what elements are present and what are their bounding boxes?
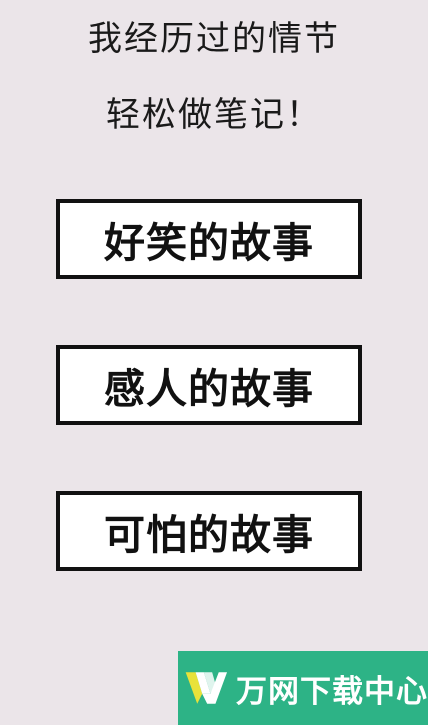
scary-story-label: 可怕的故事 bbox=[104, 511, 314, 559]
header: 我经历过的情节 轻松做笔记！ bbox=[0, 18, 428, 136]
wanwang-logo-icon bbox=[185, 672, 228, 704]
funny-story-button[interactable]: 好笑的故事 bbox=[56, 199, 362, 279]
header-title-line2: 轻松做笔记！ bbox=[106, 95, 322, 135]
funny-story-label: 好笑的故事 bbox=[104, 219, 314, 267]
touching-story-button[interactable]: 感人的故事 bbox=[56, 345, 362, 425]
touching-story-label: 感人的故事 bbox=[104, 365, 314, 413]
watermark-text: 万网下载中心 bbox=[236, 673, 428, 710]
header-title-line1: 我经历过的情节 bbox=[88, 19, 340, 59]
watermark-banner: 万网下载中心 bbox=[178, 651, 428, 725]
scary-story-button[interactable]: 可怕的故事 bbox=[56, 491, 362, 571]
